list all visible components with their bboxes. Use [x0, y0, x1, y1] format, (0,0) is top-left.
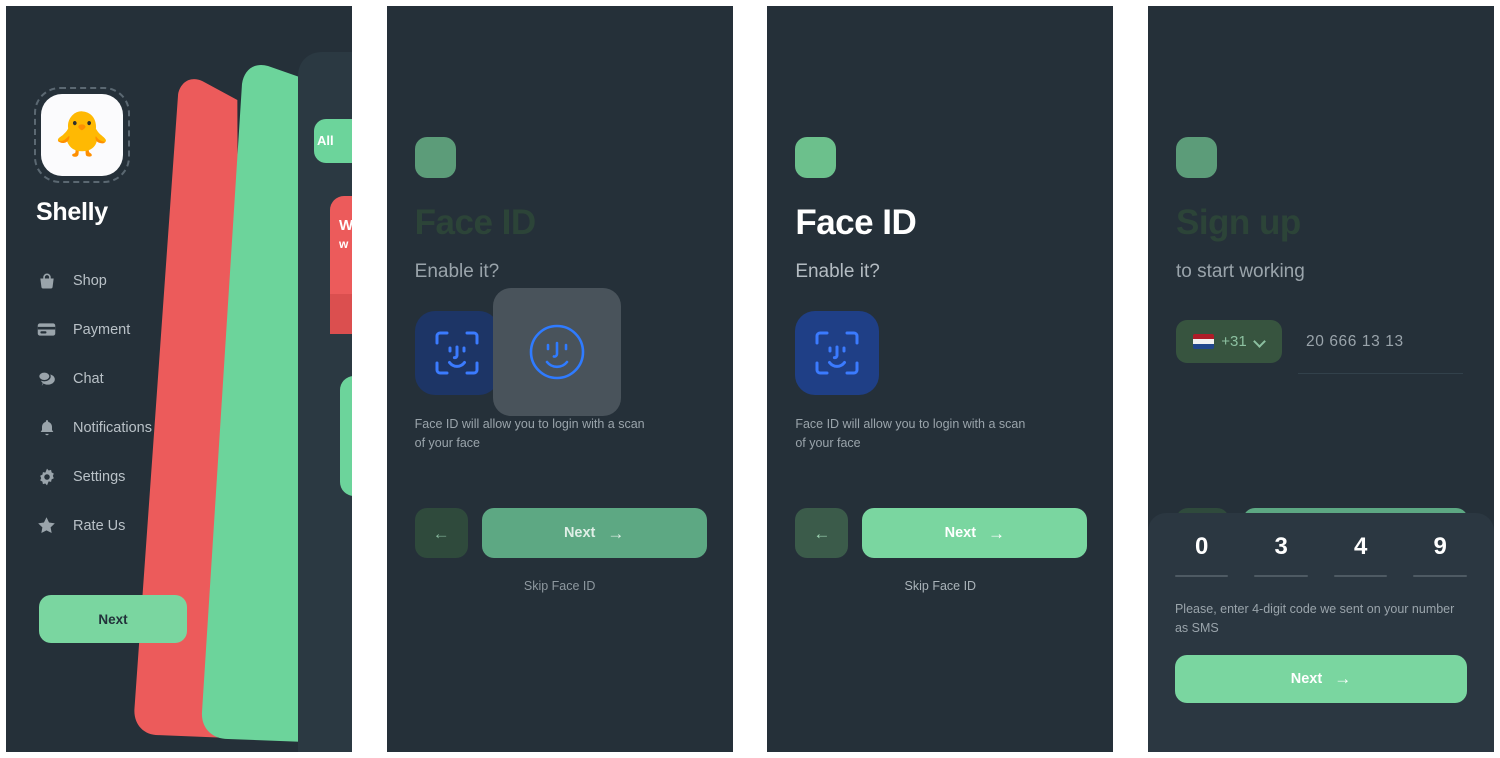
- otp-underline: [1413, 575, 1467, 577]
- page-subtitle: to start working: [1175, 261, 1305, 282]
- next-button-label: Next: [563, 525, 596, 541]
- back-button[interactable]: ←: [414, 508, 468, 558]
- sidebar-item-shop[interactable]: Shop: [36, 256, 266, 305]
- screenshot-stage: All W w 🐥 Shelly Shop Payment Chat Notif…: [0, 0, 1500, 758]
- back-button[interactable]: ←: [795, 508, 849, 558]
- sidebar-item-label: Payment: [73, 321, 131, 338]
- face-scan-overlay-card[interactable]: [492, 288, 621, 416]
- netherlands-flag-icon: [1193, 334, 1215, 349]
- app-logo-mark: [1175, 137, 1217, 178]
- otp-input-row: 0 3 4 9: [1174, 533, 1467, 577]
- sidebar-item-notifications[interactable]: Notifications: [36, 403, 266, 452]
- otp-digit-value: 0: [1195, 533, 1209, 560]
- otp-digit-1[interactable]: 0: [1174, 533, 1229, 577]
- next-button-label: Next: [944, 525, 977, 541]
- app-logo-mark: [414, 137, 456, 178]
- panel-menu: All W w 🐥 Shelly Shop Payment Chat Notif…: [6, 6, 352, 752]
- app-logo-mark: [795, 137, 837, 178]
- page-subtitle: Enable it?: [414, 261, 500, 282]
- arrow-left-icon: ←: [813, 523, 831, 543]
- action-row: ← Next →: [795, 508, 1088, 558]
- sidebar-item-chat[interactable]: Chat: [36, 354, 266, 403]
- arrow-right-icon: →: [607, 523, 625, 543]
- otp-digit-value: 3: [1274, 533, 1288, 560]
- phone-number-input[interactable]: 20 666 13 13: [1306, 333, 1404, 351]
- chevron-down-icon: [1254, 336, 1265, 347]
- skip-link[interactable]: Skip Face ID: [387, 579, 733, 593]
- bell-icon: [36, 417, 57, 438]
- panel-faceid: Face ID Enable it? Face ID will allow yo…: [767, 6, 1114, 752]
- page-title: Face ID: [795, 203, 917, 242]
- next-button[interactable]: Next: [39, 595, 187, 643]
- phone-input-row: +31 20 666 13 13: [1175, 320, 1404, 363]
- panel-signup: Sign up to start working +31 20 666 13 1…: [1147, 6, 1494, 752]
- star-icon: [36, 515, 57, 536]
- sidebar-item-label: Chat: [73, 370, 104, 387]
- otp-digit-value: 4: [1354, 533, 1368, 560]
- otp-hint-text: Please, enter 4-digit code we sent on yo…: [1174, 602, 1455, 635]
- country-code-value: +31: [1221, 333, 1247, 350]
- otp-bottom-sheet: 0 3 4 9 Please, enter 4-digit code we se…: [1147, 513, 1494, 752]
- sidebar-item-rate-us[interactable]: Rate Us: [36, 501, 266, 550]
- gear-icon: [36, 466, 57, 487]
- otp-underline: [1254, 575, 1308, 577]
- arrow-right-icon: →: [988, 523, 1006, 543]
- face-id-icon[interactable]: [795, 311, 880, 395]
- otp-digit-3[interactable]: 4: [1333, 533, 1388, 577]
- app-icon-frame[interactable]: 🐥: [34, 87, 130, 183]
- sidebar-item-label: Settings: [73, 468, 126, 485]
- profile-name: Shelly: [36, 198, 108, 226]
- country-code-select[interactable]: +31: [1175, 320, 1282, 363]
- arrow-right-icon: →: [1334, 669, 1352, 688]
- bag-icon: [36, 270, 57, 291]
- page-subtitle: Enable it?: [795, 261, 880, 282]
- page-title: Sign up: [1175, 203, 1301, 242]
- face-id-icon: [414, 311, 499, 395]
- sidebar-item-label: Notifications: [73, 419, 152, 436]
- otp-digit-value: 9: [1433, 533, 1447, 560]
- next-button[interactable]: Next →: [481, 508, 707, 558]
- otp-next-label: Next: [1290, 670, 1323, 687]
- chat-bubble-icon: [36, 368, 57, 389]
- action-row: ← Next →: [414, 508, 707, 558]
- page-title: Face ID: [414, 203, 537, 242]
- sidebar-item-label: Shop: [73, 272, 107, 289]
- next-button[interactable]: Next →: [862, 508, 1088, 558]
- sidebar-item-label: Rate Us: [73, 517, 126, 534]
- credit-card-icon: [36, 319, 57, 340]
- sidebar-menu: Shop Payment Chat Notifications Settings…: [36, 256, 266, 550]
- arrow-left-icon: ←: [432, 523, 450, 543]
- sidebar-item-payment[interactable]: Payment: [36, 305, 266, 354]
- otp-digit-2[interactable]: 3: [1254, 535, 1308, 577]
- otp-digit-4[interactable]: 9: [1413, 535, 1467, 577]
- otp-underline: [1333, 575, 1388, 577]
- page-description: Face ID will allow you to login with a s…: [414, 417, 645, 450]
- panel-faceid-dimmed: Face ID Enable it? Face ID will allow yo…: [386, 6, 733, 752]
- phone-input-underline: [1297, 373, 1463, 374]
- skip-link[interactable]: Skip Face ID: [767, 579, 1113, 593]
- sidebar-item-settings[interactable]: Settings: [36, 452, 266, 501]
- otp-underline: [1174, 575, 1229, 577]
- page-description: Face ID will allow you to login with a s…: [795, 417, 1026, 450]
- face-circle-icon: [529, 324, 584, 380]
- otp-next-button[interactable]: Next →: [1174, 654, 1467, 703]
- chick-emoji-icon: 🐥: [41, 94, 123, 176]
